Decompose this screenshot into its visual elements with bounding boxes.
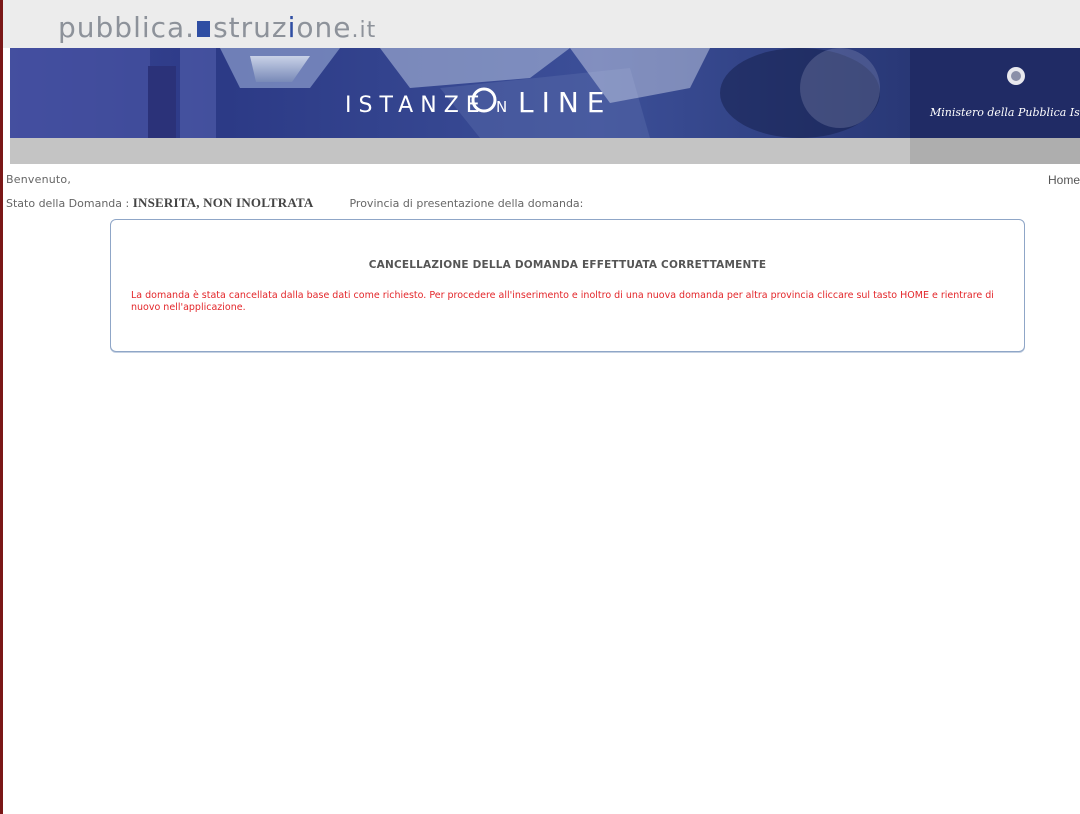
header-band [10,138,1080,164]
banner-title-left: ISTANZE [345,93,487,118]
panel-message: La domanda è stata cancellata dalla base… [131,290,994,313]
panel-title: CANCELLAZIONE DELLA DOMANDA EFFETTUATA C… [368,259,767,271]
status-row: Stato della Domanda : INSERITA, NON INOL… [6,195,583,211]
ministry-label: Ministero della Pubblica Is [929,106,1080,119]
message-panel: CANCELLAZIONE DELLA DOMANDA EFFETTUATA C… [110,219,1025,352]
status-label: Stato della Domanda : [6,197,133,210]
logo-square-icon [197,21,211,37]
home-link[interactable]: Home [1048,173,1080,187]
istanze-online-banner: ISTANZE N LINE Ministero della Pubblica … [10,48,1080,138]
province-label: Provincia di presentazione della domanda… [349,197,584,210]
welcome-text: Benvenuto, [6,173,72,186]
logo-domain: struzione.it [213,11,377,44]
svg-text:N: N [496,98,507,116]
site-logo[interactable]: pubblica. struzione.it [58,8,376,48]
logo-prefix: pubblica. [58,11,196,44]
left-frame-border [0,0,3,814]
banner-title-right: LINE [518,86,613,119]
status-value: INSERITA, NON INOLTRATA [132,195,314,210]
